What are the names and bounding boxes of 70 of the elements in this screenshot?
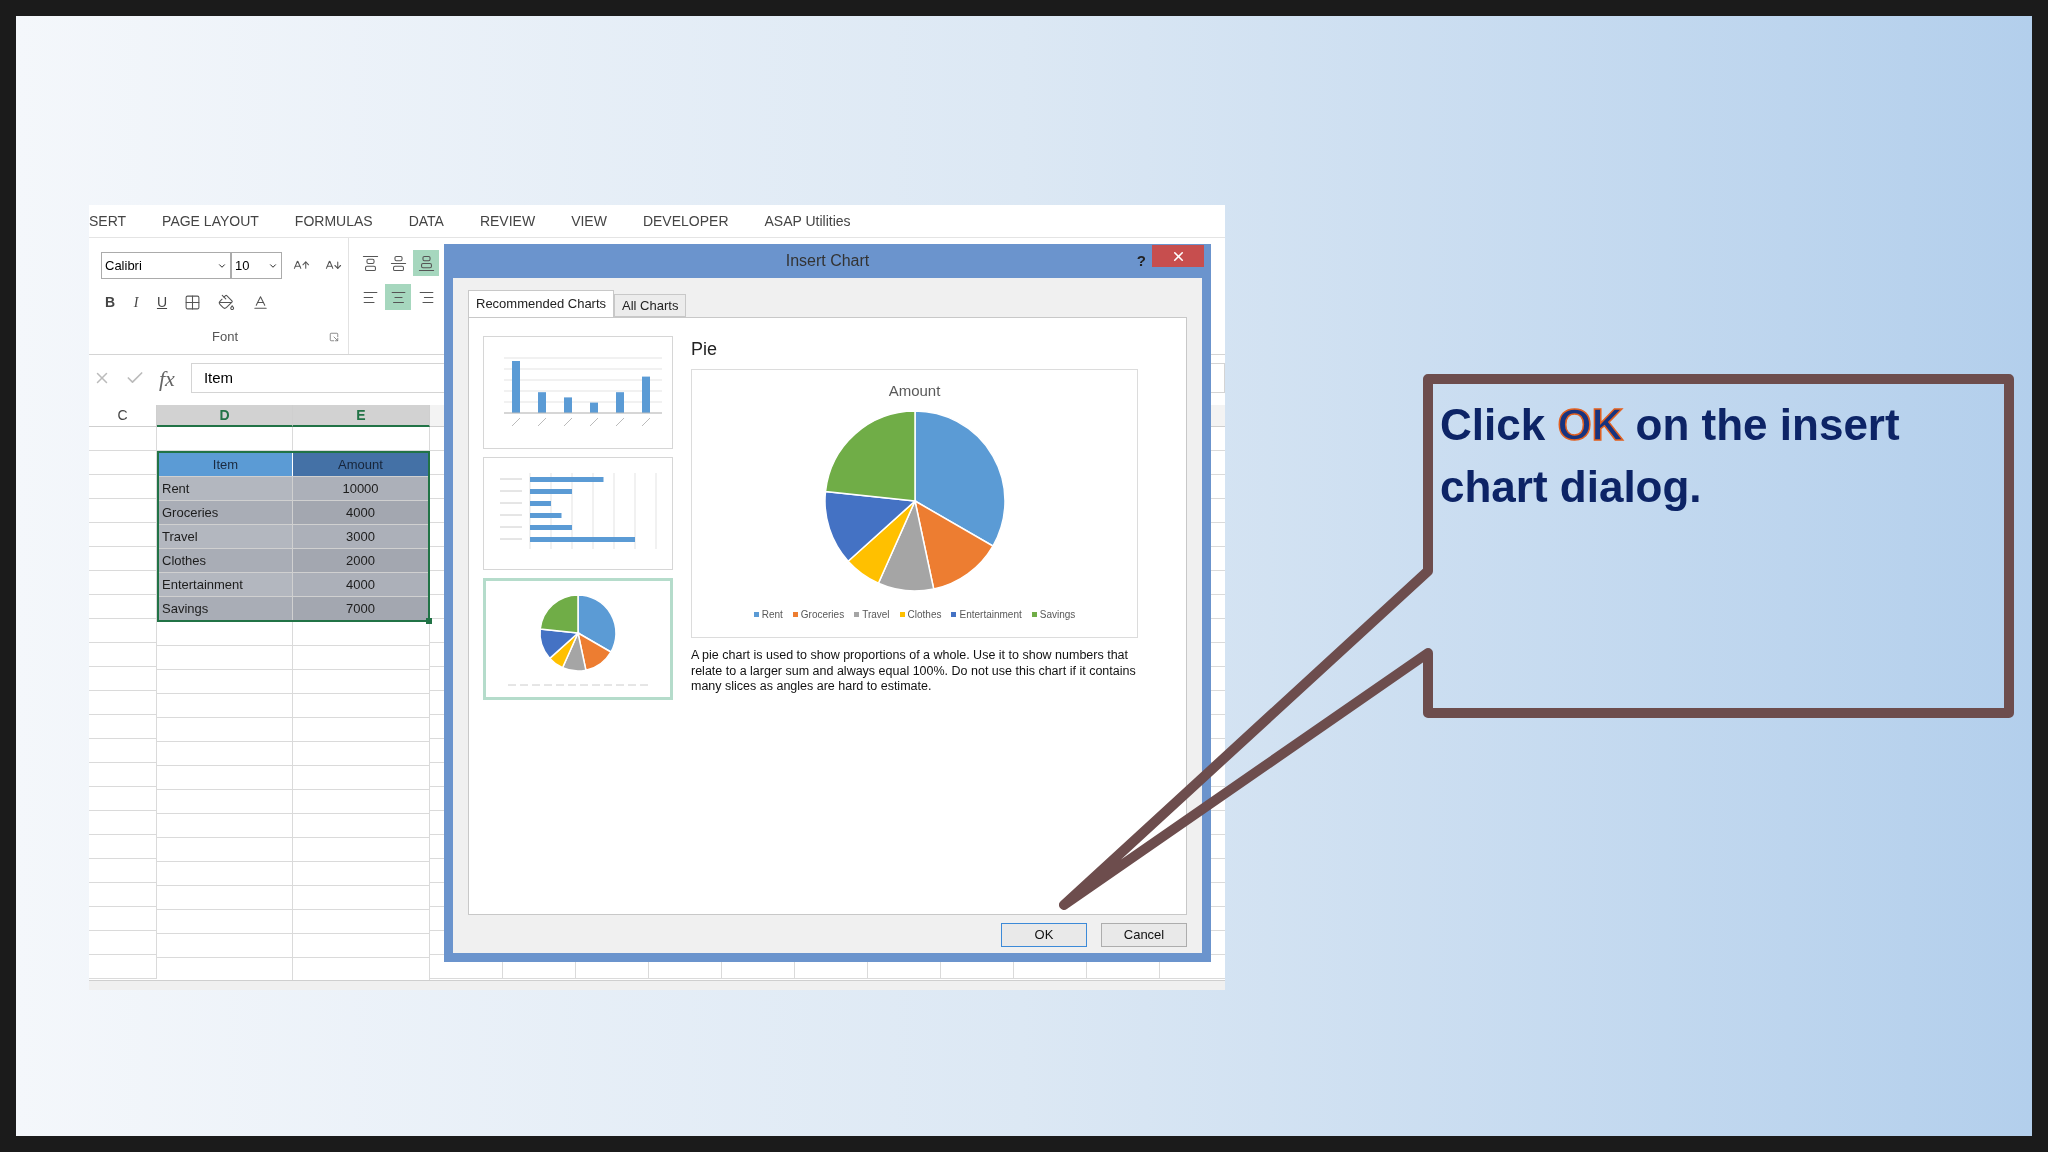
- dialog-title: Insert Chart: [785, 251, 870, 271]
- dialog-launcher-icon[interactable]: [329, 331, 339, 342]
- ribbon-tab[interactable]: DEVELOPER: [642, 210, 729, 232]
- chart-thumbnail[interactable]: [483, 578, 673, 700]
- ribbon-tab[interactable]: VIEW: [571, 210, 607, 232]
- ribbon-tab[interactable]: FORMULAS: [294, 210, 373, 232]
- empty-cell: [89, 811, 157, 835]
- font-style-button[interactable]: B: [101, 291, 119, 313]
- empty-cell: [89, 787, 157, 811]
- table-cell: 7000: [293, 597, 428, 620]
- chart-description: A pie chart is used to show proportions of a whole. Use it to show numbers that relate to a larger sum and always equal 100%. Do not use this chart if it contains many slices as angles are hard to estimate.: [691, 648, 1137, 695]
- table-cell: Clothes: [159, 549, 293, 572]
- ribbon-tab[interactable]: DATA: [408, 210, 444, 232]
- dialog-button[interactable]: OK: [1001, 923, 1087, 947]
- legend-label: Travel: [862, 607, 890, 622]
- ribbon-tab[interactable]: REVIEW: [479, 210, 536, 232]
- column-header[interactable]: C: [89, 405, 157, 427]
- help-button[interactable]: ?: [1136, 249, 1146, 273]
- group-label: Font: [212, 328, 238, 346]
- align-bottom-icon[interactable]: [413, 250, 439, 276]
- table-cell: Savings: [159, 597, 293, 620]
- empty-cell: [89, 931, 157, 955]
- legend-label: Entertainment: [959, 607, 1022, 622]
- empty-cell: [89, 739, 157, 763]
- align-center-icon[interactable]: [385, 284, 411, 310]
- ribbon-tab[interactable]: SERT: [89, 210, 127, 232]
- empty-cell: [89, 835, 157, 859]
- table-cell: Rent: [159, 477, 293, 500]
- chart-type-title: Pie: [691, 338, 718, 361]
- font-name-dropdown[interactable]: Calibri: [101, 252, 231, 279]
- empty-cell: [89, 763, 157, 787]
- column-header[interactable]: E: [293, 405, 430, 427]
- legend-label: Savings: [1039, 607, 1076, 622]
- insert-function-button[interactable]: fx: [159, 361, 175, 395]
- font-style-button[interactable]: U: [153, 291, 171, 313]
- font-size-dropdown[interactable]: 10: [231, 252, 282, 279]
- empty-cell: [89, 643, 157, 667]
- close-button[interactable]: [1152, 245, 1204, 267]
- table-cell: 10000: [293, 477, 428, 500]
- chart-thumbnail[interactable]: [483, 457, 673, 570]
- column-header[interactable]: D: [157, 405, 293, 427]
- legend-label: Groceries: [800, 607, 845, 622]
- empty-cell: [89, 907, 157, 931]
- table-cell: Entertainment: [159, 573, 293, 596]
- chart-title: Amount: [888, 381, 941, 401]
- table-cell: Groceries: [159, 501, 293, 524]
- callout-text: Click OK on the insert chart dialog.: [1440, 399, 1901, 513]
- table-header-cell: Item: [159, 453, 293, 476]
- ribbon-tab[interactable]: PAGE LAYOUT: [162, 210, 259, 232]
- font-style-button[interactable]: I: [127, 291, 145, 313]
- table-cell: 2000: [293, 549, 428, 572]
- table-cell: 4000: [293, 501, 428, 524]
- table-cell: 4000: [293, 573, 428, 596]
- fill-handle[interactable]: [426, 618, 432, 624]
- dialog-button[interactable]: Cancel: [1101, 923, 1187, 947]
- scroll-bar[interactable]: [89, 980, 1225, 990]
- legend-label: Rent: [761, 607, 783, 622]
- empty-cell: [89, 715, 157, 739]
- table-cell: 3000: [293, 525, 428, 548]
- legend-label: Clothes: [907, 607, 942, 622]
- empty-cell: [89, 859, 157, 883]
- dialog-tab[interactable]: Recommended Charts: [468, 290, 615, 318]
- ribbon-tab[interactable]: ASAP Utilities: [764, 210, 851, 232]
- empty-cell: [89, 691, 157, 715]
- table-cell: Travel: [159, 525, 293, 548]
- dialog-tab[interactable]: All Charts: [614, 294, 687, 317]
- table-header-cell: Amount: [293, 453, 428, 476]
- chart-thumbnail[interactable]: [483, 336, 673, 449]
- empty-cell: [89, 667, 157, 691]
- empty-cell: [89, 883, 157, 907]
